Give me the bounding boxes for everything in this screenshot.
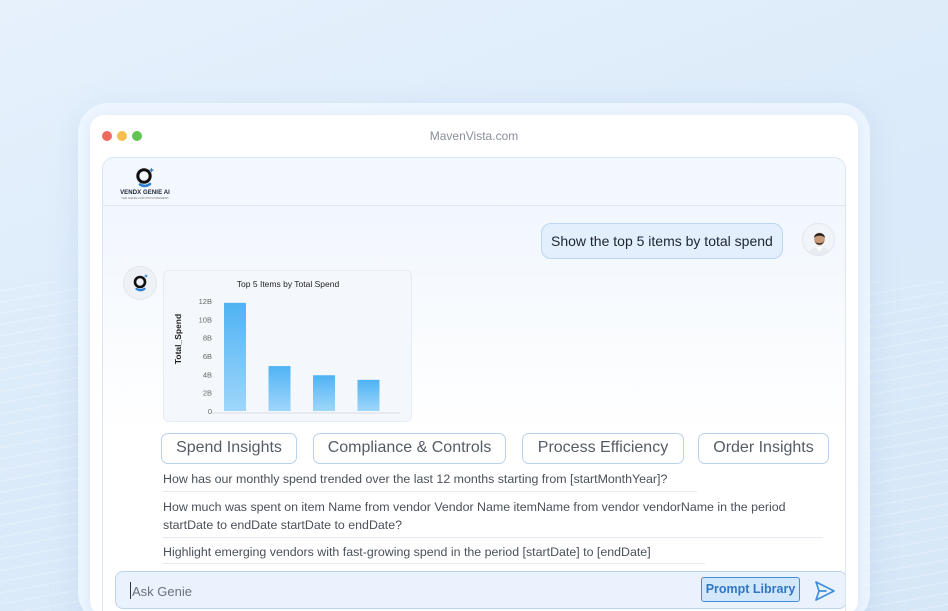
bar-item-1[interactable]	[224, 302, 246, 411]
chat-input-bar: Prompt Library	[115, 571, 845, 609]
window-url: MavenVista.com	[429, 129, 519, 143]
brand-tagline: THE GENIE FOR PROCUREMENT	[121, 196, 169, 200]
suggestion-text: Highlight emerging vendors with fast-gro…	[163, 545, 651, 559]
y-tick-label: 6B	[203, 352, 212, 361]
ask-genie-input[interactable]	[132, 581, 692, 601]
browser-window: MavenVista.com VENDX GENIE AI THE GENIE …	[90, 115, 858, 611]
app-header: VENDX GENIE AI THE GENIE FOR PROCUREMENT	[103, 158, 845, 206]
brand-logo[interactable]: VENDX GENIE AI THE GENIE FOR PROCUREMENT	[115, 166, 175, 202]
suggestion-divider	[163, 563, 705, 564]
y-tick-label: 8B	[203, 334, 212, 343]
title-bar: MavenVista.com	[90, 115, 858, 157]
user-message-bubble: Show the top 5 items by total spend	[541, 223, 783, 259]
chip-spend-insights[interactable]: Spend Insights	[161, 433, 297, 464]
suggestion-item[interactable]: Highlight emerging vendors with fast-gro…	[163, 543, 651, 561]
chip-order-insights[interactable]: Order Insights	[698, 433, 829, 464]
send-icon[interactable]	[813, 579, 837, 603]
y-tick-label: 2B	[203, 389, 212, 398]
chat-app: VENDX GENIE AI THE GENIE FOR PROCUREMENT…	[102, 157, 846, 611]
suggestion-text-line2: startDate to endDate startDate to endDat…	[163, 518, 403, 532]
bot-avatar	[123, 266, 157, 300]
chip-compliance-controls[interactable]: Compliance & Controls	[313, 433, 506, 464]
y-tick-label: 0	[208, 407, 212, 416]
y-tick-label: 12B	[199, 297, 212, 306]
y-axis-label: Total_Spend	[173, 314, 183, 364]
prompt-library-button[interactable]: Prompt Library	[701, 577, 800, 602]
chip-process-efficiency[interactable]: Process Efficiency	[522, 433, 684, 464]
suggestion-text: How has our monthly spend trended over t…	[163, 472, 668, 486]
bar-item-3[interactable]	[313, 375, 335, 411]
suggestion-text: How much was spent on item Name from ven…	[163, 500, 786, 514]
y-tick-label: 10B	[199, 315, 212, 324]
user-avatar[interactable]	[802, 223, 835, 256]
bar-item-2[interactable]	[268, 366, 291, 411]
text-caret	[130, 582, 131, 599]
chart-card: Top 5 Items by Total Spend Total_Spend 1…	[163, 270, 412, 422]
bar-item-4[interactable]	[357, 379, 380, 411]
chart-title: Top 5 Items by Total Spend	[237, 279, 340, 289]
genie-logo-icon	[134, 166, 156, 190]
suggestion-divider	[163, 491, 697, 492]
suggestion-divider	[163, 537, 823, 538]
suggestion-item[interactable]: How much was spent on item Name from ven…	[163, 498, 786, 534]
y-tick-label: 4B	[203, 370, 212, 379]
suggestion-item[interactable]: How has our monthly spend trended over t…	[163, 470, 667, 488]
bar-chart: Top 5 Items by Total Spend Total_Spend 1…	[173, 279, 400, 416]
